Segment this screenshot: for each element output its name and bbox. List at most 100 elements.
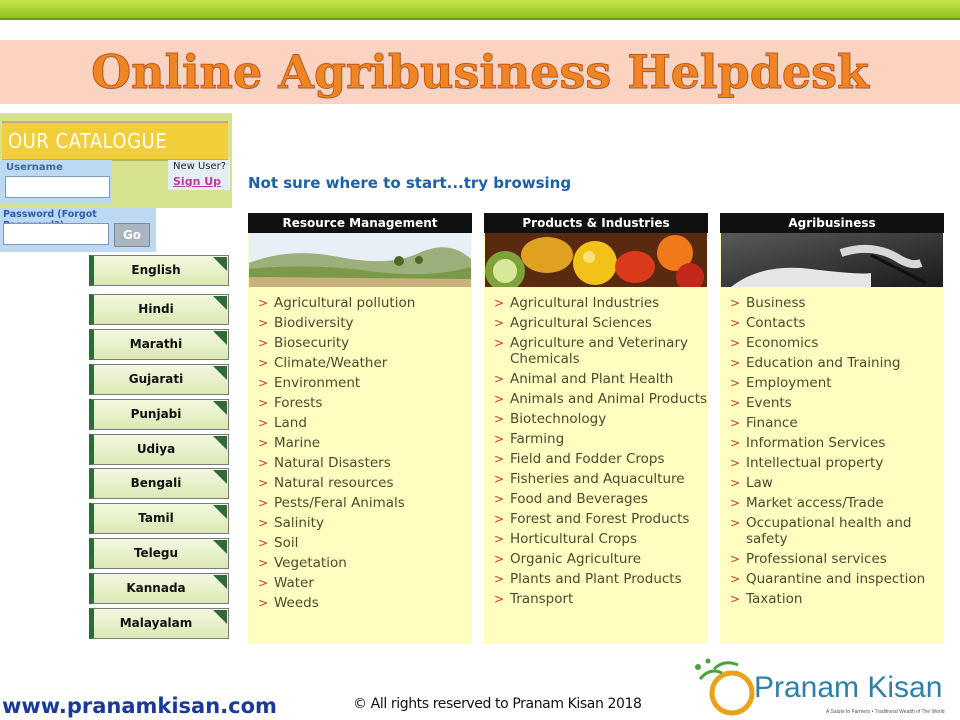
category-link[interactable]: Climate/Weather (248, 355, 472, 375)
hands-writing-image (721, 233, 943, 287)
password-label: Password (3, 209, 55, 220)
category-link[interactable]: Law (720, 475, 944, 495)
category-link[interactable]: Employment (720, 375, 944, 395)
top-green-bar (0, 0, 960, 20)
title-banner: Online Agribusiness Helpdesk (0, 40, 960, 104)
category-link[interactable]: Information Services (720, 435, 944, 455)
category-link[interactable]: Forest and Forest Products (484, 511, 708, 531)
category-link[interactable]: Market access/Trade (720, 495, 944, 515)
language-label: Hindi (138, 302, 174, 316)
category-link[interactable]: Marine (248, 435, 472, 455)
category-link[interactable]: Events (720, 395, 944, 415)
category-list: BusinessContactsEconomicsEducation and T… (720, 295, 944, 611)
category-link[interactable]: Biotechnology (484, 411, 708, 431)
new-user-label: New User? (173, 161, 227, 172)
category-link[interactable]: Business (720, 295, 944, 315)
logo-name: Pranam Kisan (754, 671, 942, 704)
username-input[interactable] (5, 176, 110, 198)
language-button-english[interactable]: English (89, 255, 229, 286)
category-link[interactable]: Quarantine and inspection (720, 571, 944, 591)
category-link[interactable]: Natural resources (248, 475, 472, 495)
category-link[interactable]: Intellectual property (720, 455, 944, 475)
password-input[interactable] (3, 223, 109, 245)
category-link[interactable]: Vegetation (248, 555, 472, 575)
category-link[interactable]: Occupational health and safety (720, 515, 944, 551)
category-list: Agricultural pollutionBiodiversityBiosec… (248, 295, 472, 615)
category-resource-management: Resource Management Agricultural polluti… (248, 213, 472, 644)
category-agribusiness: Agribusiness BusinessContactsEconomicsEd… (720, 213, 944, 644)
category-link[interactable]: Salinity (248, 515, 472, 535)
category-link[interactable]: Land (248, 415, 472, 435)
language-button-marathi[interactable]: Marathi (89, 329, 229, 360)
website-url[interactable]: www.pranamkisan.com (2, 694, 277, 718)
category-list: Agricultural IndustriesAgricultural Scie… (484, 295, 708, 611)
category-title: Agribusiness (720, 213, 944, 233)
category-link[interactable]: Biosecurity (248, 335, 472, 355)
username-label: Username (6, 162, 63, 173)
language-label: Telegu (133, 546, 179, 560)
logo-tagline: A Salute to Farmers • Traditional Wealth… (826, 709, 945, 715)
catalogue-header: OUR CATALOGUE (2, 121, 228, 161)
category-link[interactable]: Field and Fodder Crops (484, 451, 708, 471)
language-button-gujarati[interactable]: Gujarati (89, 364, 229, 395)
category-link[interactable]: Forests (248, 395, 472, 415)
category-link[interactable]: Transport (484, 591, 708, 611)
go-button[interactable]: Go (114, 223, 150, 247)
produce-image (485, 233, 707, 287)
category-link[interactable]: Agriculture and Veterinary Chemicals (484, 335, 708, 371)
language-label: Kannada (126, 581, 186, 595)
category-link[interactable]: Contacts (720, 315, 944, 335)
category-link[interactable]: Finance (720, 415, 944, 435)
corner-triangle-icon (213, 401, 227, 415)
language-button-hindi[interactable]: Hindi (89, 294, 229, 325)
language-button-tamil[interactable]: Tamil (89, 503, 229, 534)
corner-triangle-icon (213, 540, 227, 554)
category-link[interactable]: Horticultural Crops (484, 531, 708, 551)
catalogue-title: OUR CATALOGUE (8, 129, 168, 153)
language-button-punjabi[interactable]: Punjabi (89, 399, 229, 430)
password-box: Password (Forgot Password?) Go (0, 208, 156, 252)
category-link[interactable]: Food and Beverages (484, 491, 708, 511)
language-button-malayalam[interactable]: Malayalam (89, 608, 229, 639)
category-link[interactable]: Education and Training (720, 355, 944, 375)
language-button-udiya[interactable]: Udiya (89, 434, 229, 465)
category-link[interactable]: Environment (248, 375, 472, 395)
category-link[interactable]: Economics (720, 335, 944, 355)
category-link[interactable]: Professional services (720, 551, 944, 571)
category-link[interactable]: Biodiversity (248, 315, 472, 335)
category-link[interactable]: Animal and Plant Health (484, 371, 708, 391)
corner-triangle-icon (213, 610, 227, 624)
copyright-text: © All rights reserved to Pranam Kisan 20… (353, 696, 642, 712)
language-label: Udiya (136, 442, 176, 456)
corner-triangle-icon (213, 575, 227, 589)
category-link[interactable]: Weeds (248, 595, 472, 615)
category-link[interactable]: Agricultural Sciences (484, 315, 708, 335)
category-link[interactable]: Farming (484, 431, 708, 451)
language-label: Tamil (138, 511, 174, 525)
language-button-telegu[interactable]: Telegu (89, 538, 229, 569)
category-link[interactable]: Taxation (720, 591, 944, 611)
category-link[interactable]: Agricultural Industries (484, 295, 708, 315)
language-label: Punjabi (130, 407, 182, 421)
landscape-image (249, 233, 471, 287)
category-link[interactable]: Natural Disasters (248, 455, 472, 475)
category-link[interactable]: Organic Agriculture (484, 551, 708, 571)
language-label: English (131, 263, 181, 277)
category-products-industries: Products & Industries Agricultural Indus… (484, 213, 708, 644)
category-link[interactable]: Soil (248, 535, 472, 555)
username-box: Username (0, 160, 112, 204)
category-title: Products & Industries (484, 213, 708, 233)
pranam-kisan-logo: Pranam Kisan A Salute to Farmers • Tradi… (695, 658, 945, 716)
sign-up-link[interactable]: Sign Up (173, 175, 221, 188)
new-user-box: New User? Sign Up (168, 160, 230, 190)
category-link[interactable]: Agricultural pollution (248, 295, 472, 315)
category-link[interactable]: Fisheries and Aquaculture (484, 471, 708, 491)
page-title: Online Agribusiness Helpdesk (91, 45, 870, 100)
category-link[interactable]: Water (248, 575, 472, 595)
language-label: Marathi (129, 337, 183, 351)
language-button-bengali[interactable]: Bengali (89, 468, 229, 499)
language-button-kannada[interactable]: Kannada (89, 573, 229, 604)
category-link[interactable]: Plants and Plant Products (484, 571, 708, 591)
category-link[interactable]: Animals and Animal Products (484, 391, 708, 411)
category-link[interactable]: Pests/Feral Animals (248, 495, 472, 515)
